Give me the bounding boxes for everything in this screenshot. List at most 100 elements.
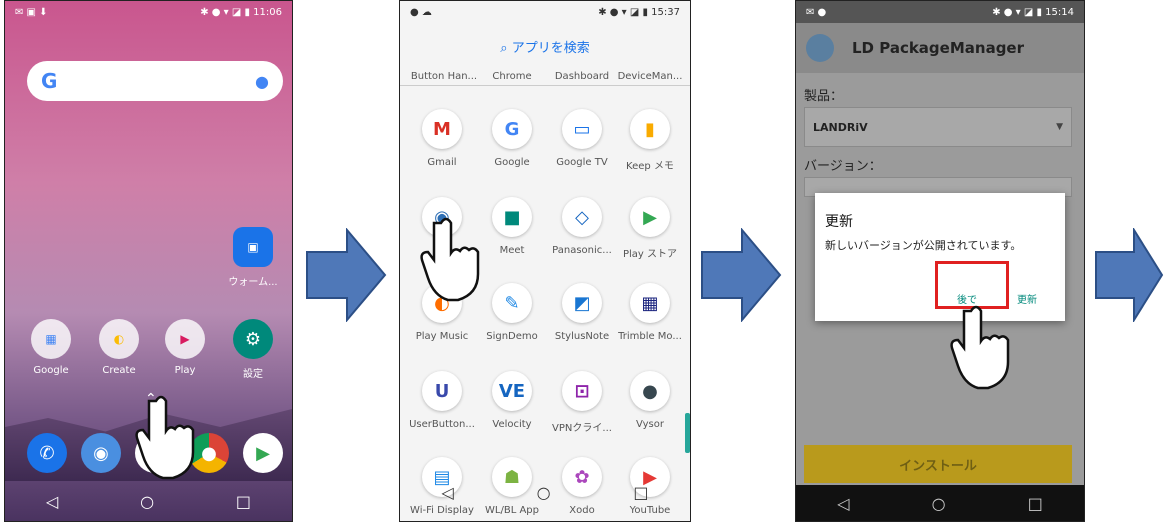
dropdown-arrow-icon: ▼ bbox=[1056, 122, 1063, 132]
app-label: DeviceMan... bbox=[617, 71, 683, 82]
play-store-icon[interactable]: ▶ bbox=[243, 433, 283, 473]
recents-icon[interactable]: □ bbox=[236, 492, 251, 511]
google-search-bar[interactable]: G ● bbox=[27, 61, 283, 101]
app-label: ウォーム... bbox=[228, 277, 278, 288]
status-time: 15:14 bbox=[1045, 6, 1074, 18]
camera-icon[interactable]: ◉ bbox=[81, 433, 121, 473]
dialog-title: 更新 bbox=[825, 214, 853, 230]
app-icon[interactable]: G bbox=[492, 109, 532, 149]
recents-icon[interactable]: □ bbox=[633, 483, 648, 502]
status-bar: ✉ ▣ ⬇ ✱ ● ▾ ◪ ▮ 11:06 bbox=[5, 1, 292, 23]
product-value: LANDRiV bbox=[813, 120, 868, 134]
arrow-right-icon bbox=[701, 228, 782, 322]
folder-create-icon[interactable]: ◐ bbox=[99, 319, 139, 359]
app-icon[interactable]: ▭ bbox=[562, 109, 602, 149]
app-label: VPNクライ... bbox=[552, 423, 612, 434]
notification-icons: ✉ ● bbox=[806, 6, 827, 18]
app-label: Play bbox=[174, 365, 196, 376]
app-icon[interactable]: ◩ bbox=[562, 283, 602, 323]
back-icon[interactable]: ◁ bbox=[441, 483, 453, 502]
arrow-right-icon bbox=[306, 228, 387, 322]
pointing-hand-icon bbox=[135, 395, 195, 480]
app-icon[interactable]: ▶ bbox=[630, 197, 670, 237]
app-label: Velocity bbox=[492, 419, 532, 430]
install-label: インストール bbox=[899, 458, 977, 474]
nav-bar: ◁ ○ □ bbox=[5, 481, 292, 521]
home-icon[interactable]: ○ bbox=[140, 492, 154, 511]
notification-icons: ✉ ▣ ⬇ bbox=[15, 6, 48, 18]
status-right: ✱ ● ▾ ◪ ▮ 11:06 bbox=[200, 6, 282, 18]
home-icon[interactable]: ○ bbox=[537, 483, 551, 502]
phone-icon[interactable]: ✆ bbox=[27, 433, 67, 473]
app-icon[interactable]: ● bbox=[630, 371, 670, 411]
app-label: SignDemo bbox=[486, 331, 538, 342]
arrow-right-icon bbox=[1095, 228, 1164, 322]
status-time: 11:06 bbox=[253, 6, 282, 18]
status-right: ✱ ● ▾ ◪ ▮ 15:37 bbox=[598, 6, 680, 18]
nav-bar: ◁ ○ □ bbox=[796, 485, 1084, 521]
google-g-icon: G bbox=[41, 69, 58, 93]
app-label: Google bbox=[33, 365, 69, 376]
app-label: Google TV bbox=[556, 157, 608, 168]
app-icon[interactable]: ⊡ bbox=[562, 371, 602, 411]
search-label: アプリを検索 bbox=[511, 41, 590, 56]
microphone-icon[interactable]: ● bbox=[255, 72, 269, 91]
app-bar: LD PackageManager bbox=[796, 23, 1084, 73]
update-dialog: 更新 新しいバージョンが公開されています。 後で 更新 bbox=[815, 193, 1065, 321]
product-label: 製品： bbox=[804, 89, 844, 104]
app-icon[interactable]: ■ bbox=[492, 197, 532, 237]
dialog-message: 新しいバージョンが公開されています。 bbox=[825, 239, 1022, 252]
app-label: Google bbox=[494, 157, 530, 168]
app-label: Keep メモ bbox=[626, 161, 674, 172]
update-button[interactable]: 更新 bbox=[1017, 291, 1037, 306]
home-screen: ✉ ▣ ⬇ ✱ ● ▾ ◪ ▮ 11:06 G ● ▣ ウォーム... ▦ Go… bbox=[4, 0, 293, 522]
app-label: Vysor bbox=[636, 419, 664, 430]
back-icon[interactable]: ◁ bbox=[46, 492, 58, 511]
product-select[interactable]: LANDRiV ▼ bbox=[804, 107, 1072, 147]
folder-play-icon[interactable]: ▶ bbox=[165, 319, 205, 359]
app-label: Play ストア bbox=[622, 249, 678, 260]
app-icon[interactable]: ◇ bbox=[562, 197, 602, 237]
app-label: 設定 bbox=[243, 369, 263, 380]
app-label: Trimble Mo... bbox=[618, 331, 682, 342]
status-bar: ● ☁ ✱ ● ▾ ◪ ▮ 15:37 bbox=[400, 1, 690, 23]
app-label: Chrome bbox=[492, 71, 532, 82]
app-label: Gmail bbox=[427, 157, 457, 168]
app-label: Panasonic... bbox=[552, 245, 612, 256]
version-label: バージョン： bbox=[804, 159, 882, 174]
settings-gear-icon[interactable]: ⚙ bbox=[233, 319, 273, 359]
app-search[interactable]: ⌕ アプリを検索 bbox=[400, 23, 690, 71]
app-label: Dashboard bbox=[554, 71, 610, 82]
app-title: LD PackageManager bbox=[852, 39, 1025, 57]
app-icon[interactable]: VE bbox=[492, 371, 532, 411]
app-icon[interactable]: U bbox=[422, 371, 462, 411]
app-label: UserButton... bbox=[409, 419, 475, 430]
app-label: StylusNote bbox=[554, 331, 610, 342]
search-icon: ⌕ bbox=[500, 41, 508, 56]
scrollbar[interactable] bbox=[685, 413, 690, 453]
status-right: ✱ ● ▾ ◪ ▮ 15:14 bbox=[992, 6, 1074, 18]
app-icon[interactable]: ▦ bbox=[630, 283, 670, 323]
app-label: Create bbox=[102, 365, 136, 376]
install-button[interactable]: インストール bbox=[804, 445, 1072, 483]
status-bar: ✉ ● ✱ ● ▾ ◪ ▮ 15:14 bbox=[796, 1, 1084, 23]
pointing-hand-icon bbox=[950, 305, 1010, 390]
app-icon[interactable]: ▮ bbox=[630, 109, 670, 149]
top-row-labels: Button Han... Chrome Dashboard DeviceMan… bbox=[400, 71, 690, 86]
folder-google-icon[interactable]: ▦ bbox=[31, 319, 71, 359]
app-icon[interactable]: ✎ bbox=[492, 283, 532, 323]
nav-bar: ◁ ○ □ bbox=[400, 477, 690, 507]
back-icon[interactable]: ◁ bbox=[837, 494, 849, 513]
package-manager-screen: ✉ ● ✱ ● ▾ ◪ ▮ 15:14 LD PackageManager 製品… bbox=[795, 0, 1085, 522]
app-icon[interactable]: M bbox=[422, 109, 462, 149]
app-label: Play Music bbox=[415, 331, 469, 342]
recents-icon[interactable]: □ bbox=[1028, 494, 1043, 513]
app-label: Button Han... bbox=[410, 71, 478, 82]
app-icon-widget[interactable]: ▣ bbox=[233, 227, 273, 267]
app-label: Meet bbox=[499, 245, 525, 256]
notification-icons: ● ☁ bbox=[410, 6, 432, 18]
app-drawer-screen: ● ☁ ✱ ● ▾ ◪ ▮ 15:37 ⌕ アプリを検索 Button Han.… bbox=[399, 0, 691, 522]
app-logo-icon bbox=[806, 34, 834, 62]
home-icon[interactable]: ○ bbox=[932, 494, 946, 513]
status-time: 15:37 bbox=[651, 6, 680, 18]
